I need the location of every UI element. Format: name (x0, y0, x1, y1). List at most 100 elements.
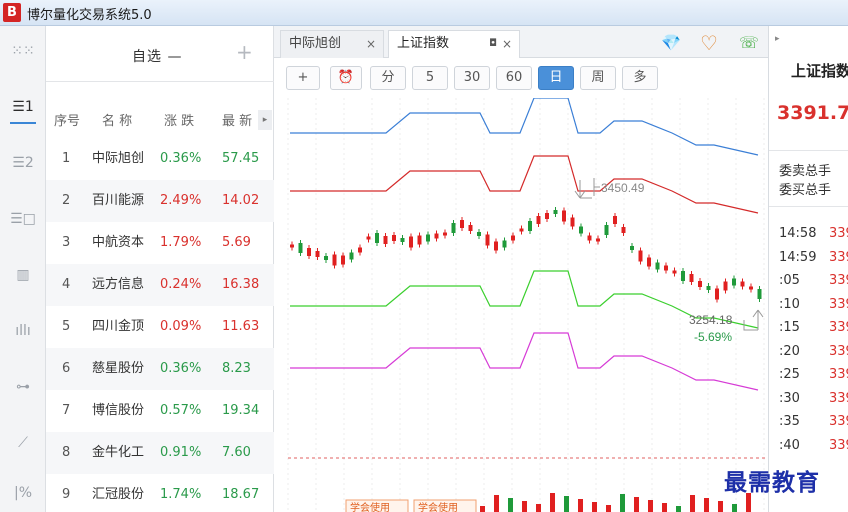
candle (392, 235, 396, 241)
watchlist-panel: 自选 — + 序号 名 称 涨 跌 最 新 ▸ 1 中际旭创 0.36% 57.45 2… (46, 26, 274, 512)
column-header-name[interactable]: 名 称 (102, 110, 132, 129)
period-minute-button[interactable]: 分 (370, 66, 406, 90)
candle (723, 281, 728, 291)
table-row[interactable]: 1 中际旭创 0.36% 57.45 (46, 138, 274, 180)
close-icon[interactable]: × (366, 31, 376, 57)
candle (689, 274, 694, 282)
slider-icon[interactable]: ⊶ (0, 366, 46, 408)
stock-change: 0.24% (160, 277, 202, 292)
volume-bar (732, 504, 737, 512)
candle (528, 221, 532, 231)
volume-bar (494, 495, 499, 512)
period-multi-button[interactable]: 多 (622, 66, 658, 90)
watchlist-title[interactable]: 自选 — (132, 46, 182, 66)
candle (477, 232, 481, 236)
stock-price: 11.63 (222, 319, 260, 334)
row-number: 5 (62, 319, 71, 334)
quote-current-price: 3391.7 (777, 102, 848, 124)
percent-icon[interactable]: |% (0, 472, 46, 512)
tick-time: :30 (779, 390, 800, 406)
volume-bar (676, 506, 681, 512)
candle (315, 251, 320, 257)
candle (468, 225, 473, 231)
tick-time: :25 (779, 367, 800, 382)
candle (519, 228, 524, 232)
stock-name: 金牛化工 (92, 445, 145, 460)
candle (358, 247, 362, 253)
learn-label: 学会使用 (418, 501, 458, 512)
column-scroll-right-icon[interactable]: ▸ (258, 110, 272, 130)
price-chart[interactable]: 3450.49 3254.18 -5.69% 学会使用 学会使用 (274, 97, 768, 512)
candle (400, 238, 405, 242)
tick-price: 339 (829, 437, 848, 453)
close-icon[interactable]: × (502, 31, 512, 57)
tick-time: :10 (779, 296, 800, 312)
volume-bar (718, 501, 723, 512)
stock-price: 16.38 (222, 277, 260, 292)
tick-price: 339 (829, 367, 848, 382)
stock-price: 7.60 (222, 445, 251, 460)
volume-bar (522, 501, 527, 512)
candle (638, 250, 643, 262)
diamond-icon[interactable]: 💎 (660, 32, 682, 54)
candle (672, 270, 677, 274)
volume-bar (592, 502, 597, 512)
candle (647, 257, 651, 267)
list-item: 14:59 339 (769, 250, 848, 273)
stock-price: 14.02 (222, 193, 260, 208)
add-stock-button[interactable]: + (236, 40, 253, 64)
heart-icon[interactable]: ♡ (698, 32, 720, 54)
table-row[interactable]: 8 金牛化工 0.91% 7.60 (46, 432, 274, 474)
column-header-price[interactable]: 最 新 (222, 110, 252, 129)
panel-expand-icon[interactable]: ▸ (775, 34, 780, 44)
channel-line-blue (290, 97, 759, 156)
tab-shanghai-index[interactable]: 上证指数 ◘ × (388, 30, 520, 59)
row-number: 1 (62, 151, 71, 166)
candle (443, 232, 447, 236)
tab-label: 中际旭创 (289, 36, 342, 51)
alarm-button[interactable]: ⏰ (330, 66, 362, 90)
volume-bar (620, 494, 625, 512)
stock-price: 18.67 (222, 487, 260, 502)
list-one-icon[interactable]: ☰1 (0, 86, 46, 128)
list-item: :35 339 (769, 414, 848, 437)
stock-name: 百川能源 (92, 193, 145, 208)
candle (621, 227, 626, 233)
app-title: 博尔量化交易系统5.0 (27, 8, 152, 23)
period-5-button[interactable]: 5 (412, 66, 448, 90)
crosshair-button[interactable]: + (286, 66, 320, 90)
pin-icon[interactable]: ◘ (489, 31, 497, 57)
chat-icon[interactable]: ☏ (738, 32, 760, 54)
list-box-icon[interactable]: ☰□ (0, 198, 46, 240)
trend-chart-icon[interactable]: ⟋ (0, 422, 46, 464)
bar-chart-icon[interactable]: ▥ (0, 254, 46, 296)
list-item: :05 339 (769, 273, 848, 296)
period-30-button[interactable]: 30 (454, 66, 490, 90)
tab-zhongji[interactable]: 中际旭创 × (280, 30, 384, 58)
candle (383, 236, 388, 244)
stock-change: 1.74% (160, 487, 202, 502)
candle (298, 243, 303, 253)
period-day-button[interactable]: 日 (538, 66, 574, 90)
column-header-change[interactable]: 涨 跌 (164, 110, 194, 129)
table-row[interactable]: 3 中航资本 1.79% 5.69 (46, 222, 274, 264)
table-row[interactable]: 2 百川能源 2.49% 14.02 (46, 180, 274, 222)
period-60-button[interactable]: 60 (496, 66, 532, 90)
period-week-button[interactable]: 周 (580, 66, 616, 90)
table-row[interactable]: 5 四川金顶 0.09% 11.63 (46, 306, 274, 348)
volume-bars-icon[interactable]: ıllı (0, 310, 46, 352)
list-two-icon[interactable]: ☰2 (0, 142, 46, 184)
stock-change: 0.57% (160, 403, 202, 418)
table-row[interactable]: 4 远方信息 0.24% 16.38 (46, 264, 274, 306)
table-row[interactable]: 9 汇冠股份 1.74% 18.67 (46, 474, 274, 512)
candle (485, 234, 490, 246)
candle (757, 289, 762, 299)
candle (579, 226, 583, 234)
tab-label: 上证指数 (397, 36, 450, 51)
grid-icon[interactable]: ⁙⁙ (0, 30, 46, 72)
table-row[interactable]: 7 博信股份 0.57% 19.34 (46, 390, 274, 432)
candle (332, 254, 337, 266)
quote-index-name: 上证指数 (791, 62, 848, 80)
column-header-no[interactable]: 序号 (54, 110, 80, 129)
table-row[interactable]: 6 慈星股份 0.36% 8.23 (46, 348, 274, 390)
